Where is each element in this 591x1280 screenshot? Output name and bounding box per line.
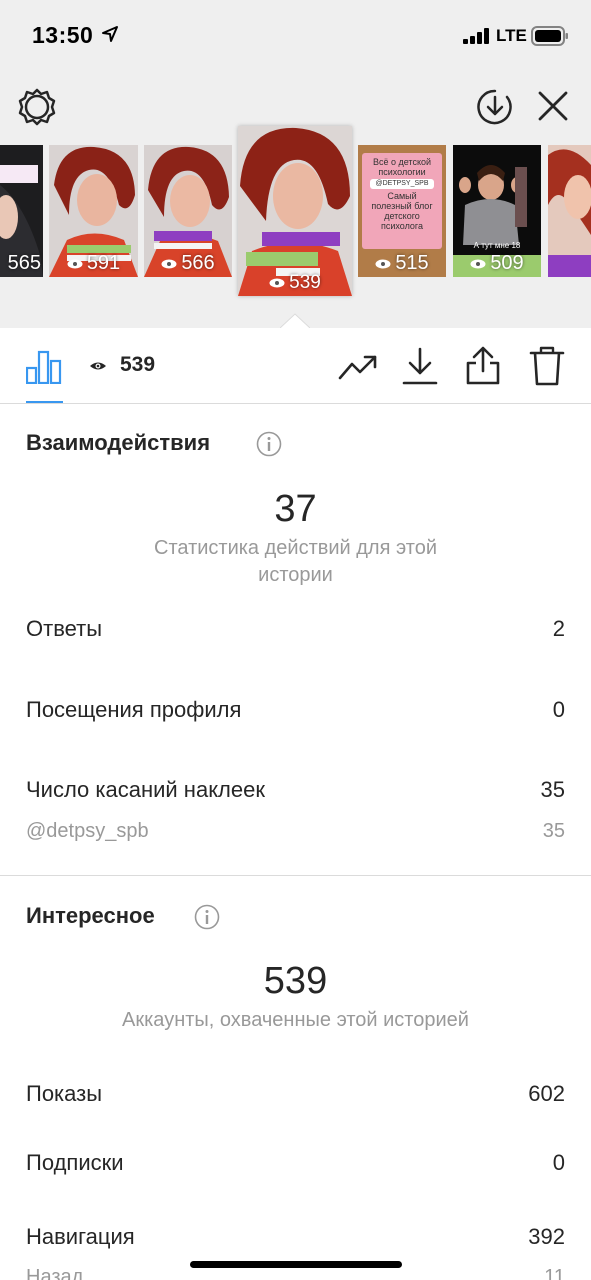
story-photo: [548, 145, 591, 277]
replies-label: Ответы: [26, 616, 103, 641]
reach-caption: Аккаунты, охваченные этой историей: [122, 1009, 469, 1031]
trending-up-icon[interactable]: [338, 350, 378, 384]
navigation-value: 392: [528, 1224, 565, 1249]
network-type: LTE: [496, 26, 527, 45]
info-icon[interactable]: [256, 431, 282, 457]
story-views: 515: [395, 252, 429, 274]
discovery-title: Интересное: [26, 903, 155, 928]
sticker-taps-value: 35: [540, 777, 565, 802]
back-label: Назад: [26, 1266, 84, 1280]
story-caption: А тут мне 18: [473, 241, 521, 250]
story-text: психологии: [378, 167, 426, 177]
story-mention-sticker: @DETPSY_SPB: [370, 179, 434, 189]
replies-value: 2: [552, 616, 565, 641]
battery-icon: [531, 26, 568, 46]
story-thumbnail[interactable]: [548, 145, 591, 277]
follows-value: 0: [552, 1150, 565, 1175]
section-divider: [0, 875, 591, 876]
insights-toolbar: 539: [0, 328, 591, 404]
trash-icon[interactable]: [529, 346, 565, 386]
save-story-icon[interactable]: [475, 87, 515, 127]
back-value: 11: [544, 1266, 565, 1280]
story-thumbnail[interactable]: 565: [0, 145, 43, 277]
sticker-mention-value: 35: [542, 820, 565, 842]
story-views: 591: [86, 252, 121, 274]
info-icon[interactable]: [194, 904, 220, 930]
status-bar: 13:50 LTE: [0, 0, 591, 72]
sticker-taps-label: Число касаний наклеек: [26, 777, 265, 802]
close-icon[interactable]: [537, 90, 569, 122]
profile-visits-label: Посещения профиля: [26, 697, 242, 722]
share-icon[interactable]: [465, 344, 501, 386]
download-icon[interactable]: [402, 346, 438, 386]
eye-icon: [90, 362, 106, 370]
views-count: 539: [120, 353, 156, 376]
story-thumbnail[interactable]: 591: [49, 145, 138, 277]
story-views: 565: [7, 252, 41, 274]
story-thumbnail[interactable]: 566: [144, 145, 232, 277]
selection-caret-icon: [280, 313, 310, 329]
story-thumbnail[interactable]: А тут мне 18 509: [453, 145, 541, 277]
reach-total: 539: [263, 960, 328, 1002]
story-text: полезный блог: [371, 201, 433, 211]
settings-gear-icon[interactable]: [16, 86, 58, 128]
cellular-signal-icon: [463, 28, 489, 44]
story-text: психолога: [380, 221, 424, 231]
active-tab-indicator: [26, 401, 63, 403]
home-indicator[interactable]: [190, 1261, 402, 1268]
impressions-label: Показы: [26, 1081, 103, 1106]
story-thumbnail[interactable]: Всё о детской психологии @DETPSY_SPB Сам…: [358, 145, 446, 277]
follows-label: Подписки: [26, 1150, 124, 1175]
interactions-caption: Статистика действий для этой истории: [154, 537, 437, 586]
story-views: 539: [289, 272, 321, 293]
interactions-total: 37: [274, 488, 317, 530]
sticker-mention-label[interactable]: @detpsy_spb: [26, 820, 149, 843]
bar-chart-icon[interactable]: [26, 350, 62, 384]
status-time: 13:50: [32, 22, 94, 48]
story-photo: [238, 126, 352, 296]
story-thumbnail-selected[interactable]: 539: [238, 126, 352, 296]
story-text: Самый: [387, 191, 417, 201]
story-text: Всё о детской: [372, 157, 432, 167]
story-views: 509: [490, 252, 524, 274]
interactions-title: Взаимодействия: [26, 430, 211, 455]
navigation-label: Навигация: [26, 1224, 135, 1249]
story-text: детского: [384, 211, 420, 221]
profile-visits-value: 0: [552, 697, 565, 722]
location-arrow-icon: [102, 26, 118, 42]
impressions-value: 602: [528, 1081, 565, 1106]
story-views: 566: [181, 252, 215, 274]
